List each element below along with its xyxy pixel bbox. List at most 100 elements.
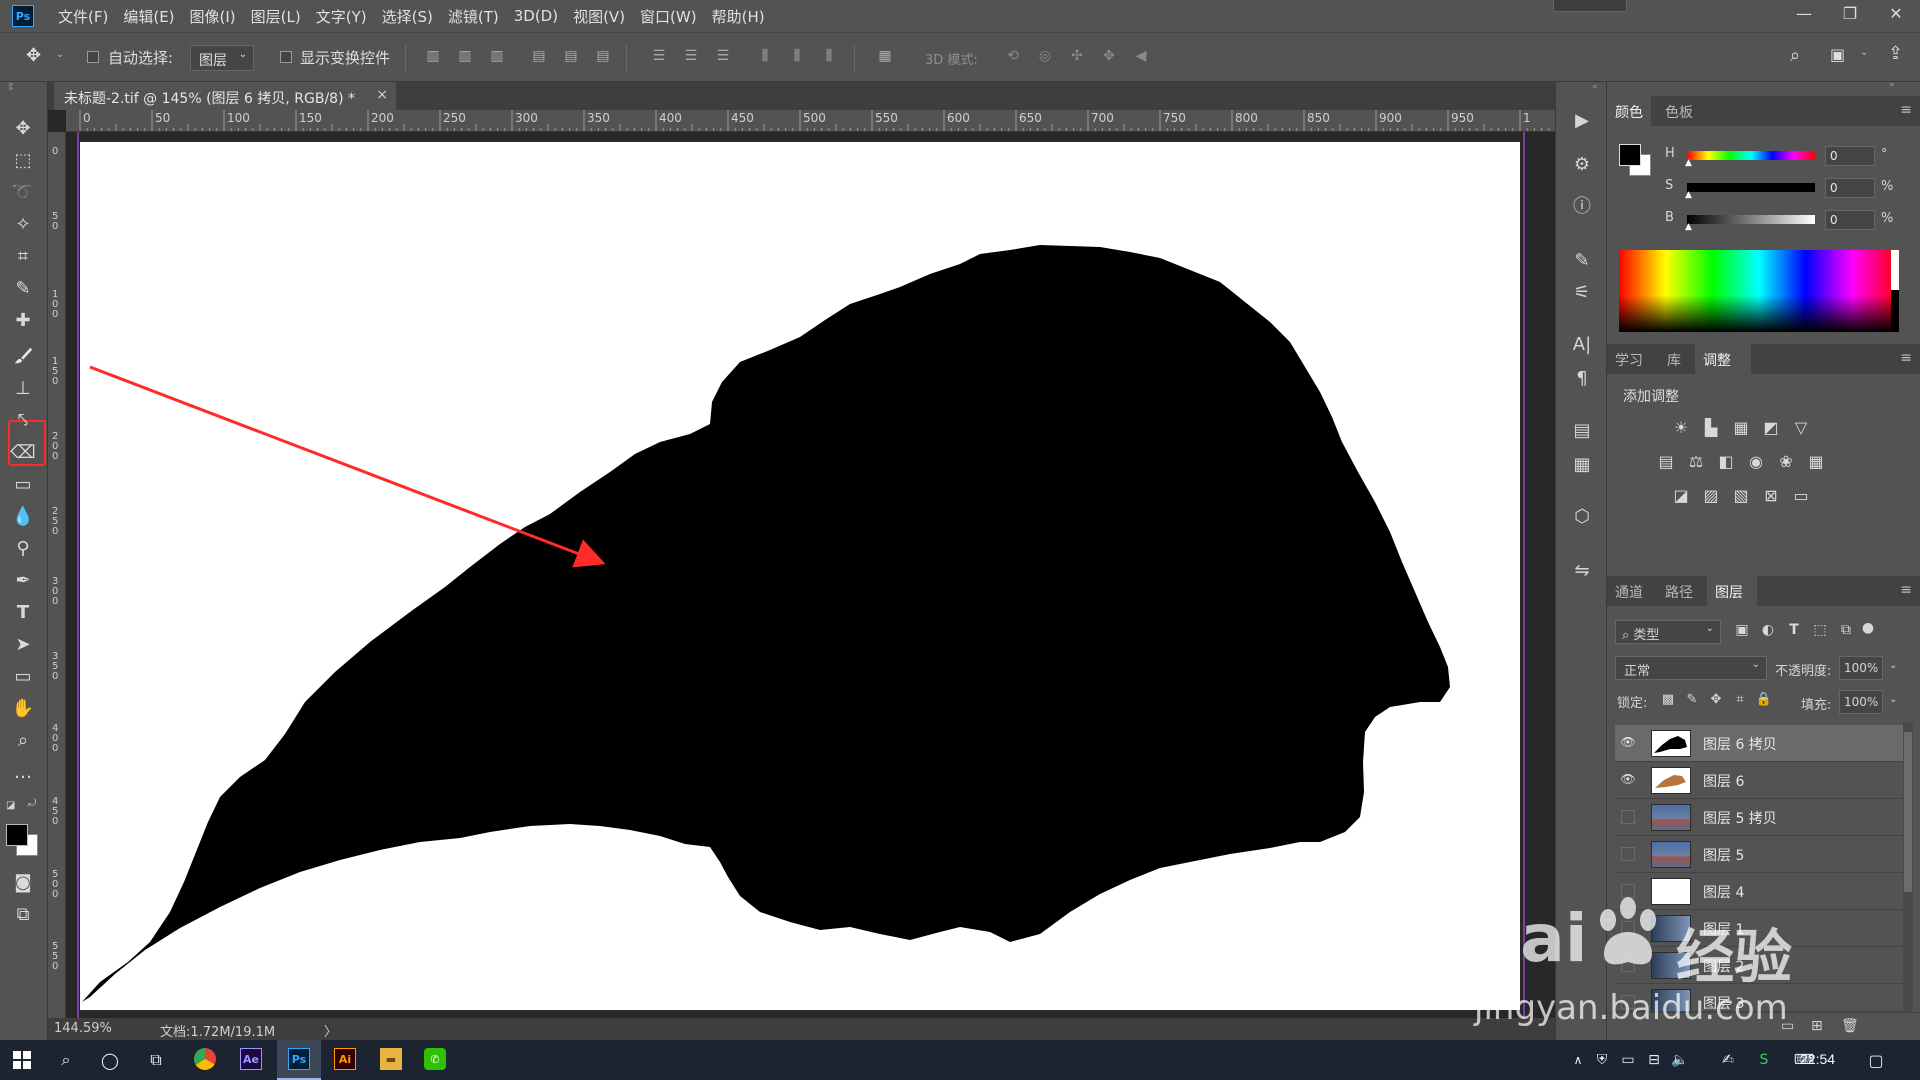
clock-time[interactable]: 22:54 — [1800, 1051, 1835, 1067]
filter-pixel-icon[interactable]: ▣ — [1731, 622, 1753, 644]
roll-3d-icon[interactable]: ◎ — [1036, 48, 1054, 68]
swap-colors-icon[interactable]: ⤾ — [28, 798, 36, 809]
color-lookup-icon[interactable]: ▦ — [1805, 452, 1827, 474]
color-balance-icon[interactable]: ⚖ — [1685, 452, 1707, 474]
document-tab[interactable]: 未标题-2.tif @ 145% (图层 6 拷贝, RGB/8) * × — [54, 82, 396, 110]
pen-tool-icon[interactable]: ✒ — [8, 566, 38, 594]
task-view-icon[interactable]: ⧉ — [144, 1048, 168, 1072]
after-effects-icon[interactable]: Ae — [240, 1048, 262, 1070]
hand-tool-icon[interactable]: ✋ — [8, 694, 38, 722]
menu-view[interactable]: 视图(V) — [573, 6, 625, 27]
close-window-icon[interactable]: ✕ — [1874, 0, 1918, 26]
chrome-icon[interactable] — [194, 1048, 216, 1070]
spectrum-black-end[interactable] — [1891, 290, 1899, 332]
app-tray-icon[interactable]: S — [1752, 1048, 1776, 1072]
zoom-level[interactable]: 144.59% — [54, 1021, 112, 1036]
lock-position-icon[interactable]: ✥ — [1705, 692, 1727, 714]
brightness-value[interactable]: 0 — [1825, 210, 1875, 230]
status-menu-arrow[interactable]: 〉 — [324, 1021, 337, 1040]
slider-handle-icon[interactable]: ▲ — [1685, 158, 1692, 168]
volume-icon[interactable]: 🔈 — [1668, 1048, 1692, 1072]
chevron-down-icon[interactable]: ⌄ — [1860, 47, 1868, 58]
search-icon[interactable]: ⌕ — [1790, 45, 1800, 66]
menu-3d[interactable]: 3D(D) — [514, 7, 558, 25]
brightness-contrast-icon[interactable]: ☀ — [1670, 418, 1692, 440]
dodge-tool-icon[interactable]: ⚲ — [8, 534, 38, 562]
screen-mode-icon[interactable]: ⧉ — [8, 900, 38, 928]
menu-layer[interactable]: 图层(L) — [251, 6, 301, 27]
layer-filter-dropdown[interactable]: ⌕ 类型 ⌄ — [1615, 620, 1721, 644]
layer-name[interactable]: 图层 6 拷贝 — [1703, 734, 1777, 754]
align-vcenter-icon[interactable]: ▥ — [456, 48, 474, 68]
color-spectrum-ramp[interactable] — [1619, 250, 1899, 332]
eye-icon[interactable]: 👁 — [1619, 735, 1637, 751]
info-icon[interactable]: ⓘ — [1570, 192, 1594, 217]
distribute-hcenter-icon[interactable]: ⫼ — [788, 48, 806, 68]
vibrance-icon[interactable]: ▽ — [1790, 418, 1812, 440]
document-canvas[interactable] — [80, 142, 1520, 1010]
auto-select-checkbox[interactable] — [87, 51, 99, 63]
brush-tool-icon[interactable] — [8, 342, 38, 370]
align-hcenter-icon[interactable]: ▤ — [562, 48, 580, 68]
menu-filter[interactable]: 滤镜(T) — [448, 6, 499, 27]
layer-name[interactable]: 图层 6 — [1703, 771, 1744, 791]
posterize-icon[interactable]: ▨ — [1700, 486, 1722, 508]
default-colors-icon[interactable]: ◪ — [6, 800, 15, 811]
quick-mask-icon[interactable]: ◙ — [8, 868, 38, 896]
more-tools-icon[interactable]: … — [8, 758, 38, 786]
tab-channels[interactable]: 通道 — [1607, 576, 1651, 606]
rectangle-tool-icon[interactable]: ▭ — [8, 662, 38, 690]
lock-all-icon[interactable]: 🔒 — [1753, 692, 1775, 714]
paragraph-icon[interactable]: ¶ — [1570, 368, 1594, 392]
zoom-tool-icon[interactable]: ⌕ — [8, 726, 38, 754]
menu-help[interactable]: 帮助(H) — [712, 6, 765, 27]
pan-3d-icon[interactable]: ✣ — [1068, 48, 1086, 68]
wechat-icon[interactable]: ✆ — [424, 1048, 446, 1070]
close-tab-icon[interactable]: × — [376, 87, 388, 103]
layer-row[interactable]: 图层 5 拷贝 — [1615, 799, 1905, 836]
filter-type-icon[interactable]: T — [1783, 622, 1805, 644]
eyedropper-icon[interactable]: ✎ — [8, 274, 38, 302]
filter-shape-icon[interactable]: ⬚ — [1809, 622, 1831, 644]
lock-image-icon[interactable]: ✎ — [1681, 692, 1703, 714]
share-icon[interactable]: ⇪ — [1888, 43, 1903, 64]
layer-name[interactable]: 图层 5 拷贝 — [1703, 808, 1777, 828]
notes-icon[interactable]: ▦ — [1570, 454, 1594, 478]
layer-row[interactable]: 👁 图层 6 — [1615, 762, 1905, 799]
windows-start-icon[interactable] — [10, 1048, 34, 1072]
saturation-value[interactable]: 0 — [1825, 178, 1875, 198]
notifications-icon[interactable]: ▢ — [1864, 1048, 1888, 1072]
levels-icon[interactable]: ▙ — [1700, 418, 1722, 440]
gradient-tool-icon[interactable]: ▭ — [8, 470, 38, 498]
security-shield-icon[interactable]: ⛨ — [1590, 1048, 1614, 1072]
layer-row[interactable]: 👁 图层 6 拷贝 — [1615, 725, 1905, 762]
blend-mode-dropdown[interactable]: 正常 ⌄ — [1615, 656, 1767, 680]
minimize-icon[interactable]: — — [1782, 0, 1826, 26]
tab-adjustments[interactable]: 调整 — [1695, 344, 1751, 374]
layer-name[interactable]: 图层 5 — [1703, 845, 1744, 865]
collapse-icon[interactable]: » — [1889, 80, 1895, 90]
distribute-left-icon[interactable]: ⫼ — [756, 48, 774, 68]
color-swatch-pair[interactable] — [1619, 144, 1653, 178]
network-icon[interactable]: ⊟ — [1642, 1048, 1666, 1072]
properties-icon[interactable]: ⚟ — [1570, 282, 1594, 306]
photo-filter-icon[interactable]: ◉ — [1745, 452, 1767, 474]
clone-stamp-icon[interactable]: ⊥ — [8, 374, 38, 402]
hue-slider[interactable] — [1687, 151, 1815, 160]
scrollbar-thumb[interactable] — [1904, 732, 1912, 892]
search-icon[interactable]: ⌕ — [54, 1048, 78, 1072]
tab-color[interactable]: 颜色 — [1607, 96, 1651, 126]
foreground-color-swatch[interactable] — [1619, 144, 1641, 166]
file-explorer-icon[interactable]: ▬ — [380, 1048, 402, 1070]
lock-artboard-icon[interactable]: ⌗ — [1729, 692, 1751, 714]
tab-swatches[interactable]: 色板 — [1657, 96, 1701, 126]
orbit-3d-icon[interactable]: ⟲ — [1004, 48, 1022, 68]
layers-scrollbar[interactable] — [1903, 722, 1913, 1012]
show-hidden-icons-icon[interactable]: ∧ — [1566, 1048, 1590, 1072]
history-brush-icon[interactable]: ⤣ — [8, 406, 38, 434]
fill-input[interactable]: 100% — [1839, 690, 1883, 714]
distribute-right-icon[interactable]: ⫼ — [820, 48, 838, 68]
panel-menu-icon[interactable]: ≡ — [1900, 582, 1912, 598]
eraser-icon[interactable]: ⌫ — [8, 438, 38, 466]
invert-icon[interactable]: ◪ — [1670, 486, 1692, 508]
